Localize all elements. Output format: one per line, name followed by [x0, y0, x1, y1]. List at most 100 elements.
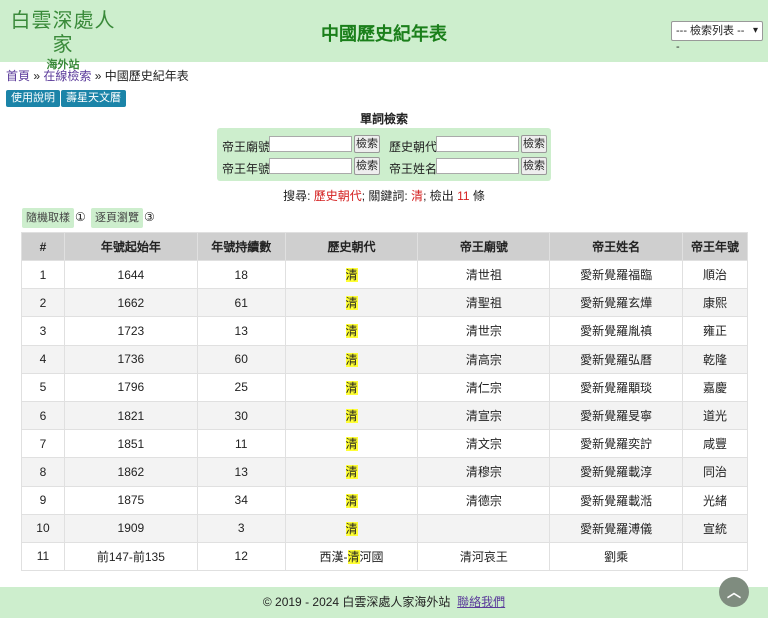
cell-temple-name: 清宣宗	[417, 400, 551, 431]
keyword-highlight: 清	[345, 268, 358, 283]
emperor-temple-search-button[interactable]: 檢索	[354, 135, 380, 153]
cell-dynasty: 清	[284, 513, 419, 543]
table-row: 8 1862 13 清 清穆宗 愛新覺羅載淳 同治	[21, 457, 748, 487]
col-header-dynasty[interactable]: 歷史朝代	[284, 232, 419, 261]
cell-start-year: 1862	[63, 457, 198, 487]
cell-start-year: 1723	[63, 316, 198, 346]
random-sample-count: ①	[75, 210, 86, 224]
result-count: 11	[457, 189, 470, 203]
page-browse-button[interactable]: 逐頁瀏覽	[91, 208, 143, 228]
cell-emperor-name: 愛新覺羅載湉	[549, 485, 684, 515]
emperor-temple-input[interactable]	[269, 136, 352, 152]
keyword-highlight: 清	[345, 437, 358, 452]
search-result-summary: 搜尋: 歷史朝代; 關鍵詞: 清; 檢出 11 條	[0, 187, 768, 204]
cell-duration: 34	[196, 485, 286, 515]
era-name-search-button[interactable]: 檢索	[354, 157, 380, 175]
cell-temple-name: 清文宗	[417, 429, 551, 459]
table-row: 11 前147-前135 12 西漢-清河國 清河哀王 劉乘	[21, 541, 748, 572]
cell-emperor-name: 愛新覺羅福臨	[549, 259, 684, 290]
table-header-row: # 年號起始年 年號持續數 歷史朝代 帝王廟號 帝王姓名 帝王年號	[21, 232, 748, 261]
keyword-highlight: 清	[345, 352, 358, 367]
cell-duration: 11	[196, 429, 286, 459]
table-row: 5 1796 25 清 清仁宗 愛新覺羅顒琰 嘉慶	[21, 372, 748, 402]
dynasty-search-button[interactable]: 檢索	[521, 135, 547, 153]
table-row: 6 1821 30 清 清宣宗 愛新覺羅旻寧 道光	[21, 400, 748, 431]
cell-era-name	[682, 541, 748, 572]
cell-dynasty: 清	[284, 344, 419, 374]
emperor-temple-label: 帝王廟號	[222, 140, 271, 154]
col-header-emperor-name[interactable]: 帝王姓名	[549, 232, 684, 261]
result-suffix: 條	[469, 189, 485, 203]
chevron-down-icon: ▾	[752, 25, 758, 36]
cell-index: 6	[21, 400, 65, 431]
search-panel: 帝王廟號 檢索 歷史朝代 檢索 帝王年號 檢索 帝王姓名 檢索	[217, 128, 551, 181]
cell-start-year: 前147-前135	[63, 541, 198, 572]
cell-index: 5	[21, 372, 65, 402]
back-to-top-button[interactable]: ︿	[719, 577, 749, 607]
search-list-select[interactable]: --- 檢索列表 --- ▾	[671, 21, 763, 53]
table-row: 9 1875 34 清 清德宗 愛新覺羅載湉 光緒	[21, 485, 748, 515]
cell-temple-name: 清世宗	[417, 316, 551, 346]
cell-emperor-name: 愛新覺羅載淳	[549, 457, 684, 487]
col-header-index[interactable]: #	[21, 232, 65, 261]
era-name-input[interactable]	[269, 158, 352, 174]
table-row: 2 1662 61 清 清聖祖 愛新覺羅玄燁 康熙	[21, 288, 748, 318]
random-sample-button[interactable]: 隨機取樣	[22, 208, 74, 228]
breadcrumb-online[interactable]: 在線檢索	[43, 69, 91, 83]
cell-temple-name: 清仁宗	[417, 372, 551, 402]
cell-temple-name	[417, 513, 551, 543]
usage-button[interactable]: 使用說明	[6, 90, 60, 107]
cell-era-name: 同治	[682, 457, 748, 487]
keyword-highlight: 清	[347, 549, 360, 564]
cell-index: 10	[21, 513, 65, 543]
cell-dynasty: 清	[284, 485, 419, 515]
page-title: 中國歷史紀年表	[321, 24, 447, 44]
col-header-era-name[interactable]: 帝王年號	[682, 232, 748, 261]
cell-dynasty: 西漢-清河國	[284, 541, 419, 572]
cell-start-year: 1644	[63, 259, 198, 290]
emperor-name-search-button[interactable]: 檢索	[521, 157, 547, 175]
cell-duration: 25	[196, 372, 286, 402]
result-keyword: 清	[411, 189, 424, 203]
col-header-start-year[interactable]: 年號起始年	[63, 232, 198, 261]
contact-link[interactable]: 聯絡我們	[457, 595, 505, 609]
cell-start-year: 1909	[63, 513, 198, 543]
breadcrumb-home[interactable]: 首頁	[6, 69, 30, 83]
cell-dynasty: 清	[284, 316, 419, 346]
keyword-highlight: 清	[345, 521, 358, 536]
cell-index: 3	[21, 316, 65, 346]
site-footer: © 2019 - 2024 白雲深處人家海外站 聯絡我們	[0, 587, 768, 618]
keyword-highlight: 清	[345, 493, 358, 508]
dynasty-label: 歷史朝代	[389, 140, 438, 154]
cell-duration: 3	[196, 513, 286, 543]
results-table: # 年號起始年 年號持續數 歷史朝代 帝王廟號 帝王姓名 帝王年號 1 1644 1…	[21, 232, 748, 572]
cell-emperor-name: 愛新覺羅顒琰	[549, 372, 684, 402]
cell-emperor-name: 愛新覺羅胤禛	[549, 316, 684, 346]
col-header-temple-name[interactable]: 帝王廟號	[417, 232, 551, 261]
cell-dynasty: 清	[284, 400, 419, 431]
cell-start-year: 1851	[63, 429, 198, 459]
col-header-duration[interactable]: 年號持續數	[196, 232, 286, 261]
cell-era-name: 宣統	[682, 513, 748, 543]
cell-dynasty: 清	[284, 288, 419, 318]
cell-index: 7	[21, 429, 65, 459]
cell-dynasty: 清	[284, 457, 419, 487]
emperor-name-input[interactable]	[436, 158, 519, 174]
breadcrumb-sep: »	[91, 69, 105, 83]
cell-index: 9	[21, 485, 65, 515]
cell-start-year: 1736	[63, 344, 198, 374]
cell-start-year: 1821	[63, 400, 198, 431]
cell-era-name: 康熙	[682, 288, 748, 318]
cell-start-year: 1662	[63, 288, 198, 318]
cell-index: 4	[21, 344, 65, 374]
dynasty-input[interactable]	[436, 136, 519, 152]
breadcrumb-sep: »	[30, 69, 44, 83]
cell-era-name: 乾隆	[682, 344, 748, 374]
cell-emperor-name: 愛新覺羅溥儀	[549, 513, 684, 543]
keyword-highlight: 清	[345, 296, 358, 311]
copyright-text: © 2019 - 2024 白雲深處人家海外站	[262, 595, 451, 609]
calendar-button[interactable]: 壽星天文曆	[61, 90, 126, 107]
cell-era-name: 道光	[682, 400, 748, 431]
cell-emperor-name: 愛新覺羅弘曆	[549, 344, 684, 374]
chevron-up-icon: ︿	[727, 584, 741, 600]
